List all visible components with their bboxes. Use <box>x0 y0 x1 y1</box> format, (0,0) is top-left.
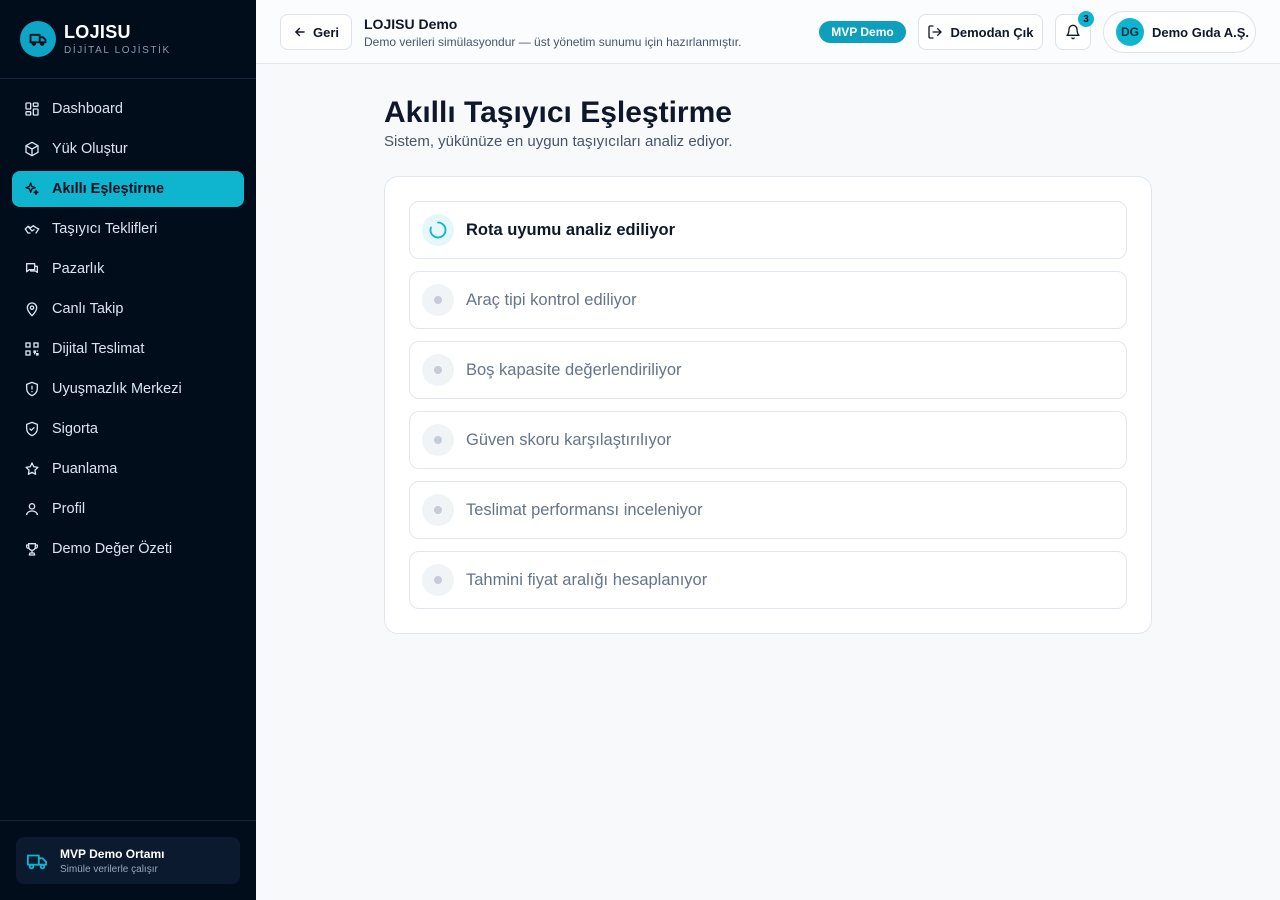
brand[interactable]: LOJISU DİJİTAL LOJİSTİK <box>0 0 256 79</box>
sidebar-item-label: Dijital Teslimat <box>52 341 145 357</box>
sidebar-item-dispute-center[interactable]: Uyuşmazlık Merkezi <box>12 371 244 407</box>
pending-dot-icon <box>422 354 454 386</box>
step-route-fit: Rota uyumu analiz ediliyor <box>409 201 1127 259</box>
chat-icon <box>26 263 38 273</box>
logout-icon <box>928 25 943 39</box>
pending-dot-icon <box>422 284 454 316</box>
sidebar-item-label: Puanlama <box>52 461 118 477</box>
notification-count-badge: 3 <box>1078 11 1094 27</box>
sidebar-item-label: Profil <box>52 501 86 517</box>
mvp-demo-badge: MVP Demo <box>819 21 906 43</box>
dashboard-icon <box>25 102 39 116</box>
exit-demo-button[interactable]: Demodan Çık <box>918 14 1043 50</box>
matching-progress-card: Rota uyumu analiz ediliyor Araç tipi kon… <box>384 176 1152 634</box>
sidebar-item-rating[interactable]: Puanlama <box>12 451 244 487</box>
exit-demo-label: Demodan Çık <box>950 24 1034 40</box>
user-menu-button[interactable]: DG Demo Gıda A.Ş. <box>1103 11 1256 53</box>
step-label: Araç tipi kontrol ediliyor <box>466 290 637 309</box>
truck-icon <box>26 854 48 869</box>
step-price-range: Tahmini fiyat aralığı hesaplanıyor <box>409 551 1127 609</box>
pending-dot-icon <box>422 424 454 456</box>
step-trust-score: Güven skoru karşılaştırılıyor <box>409 411 1127 469</box>
demo-environment-title: MVP Demo Ortamı <box>60 846 165 861</box>
pending-dot-icon <box>422 564 454 596</box>
page-title: Akıllı Taşıyıcı Eşleştirme <box>384 96 732 129</box>
shield-check-icon <box>26 421 38 437</box>
sidebar-item-demo-value-summary[interactable]: Demo Değer Özeti <box>12 531 244 567</box>
map-pin-icon <box>26 302 38 317</box>
star-icon <box>25 462 39 475</box>
sidebar-footer: MVP Demo Ortamı Simüle verilerle çalışır <box>0 820 256 900</box>
sidebar-item-dashboard[interactable]: Dashboard <box>12 91 244 127</box>
brand-name: LOJISU <box>64 22 131 42</box>
sidebar-item-label: Sigorta <box>52 421 98 437</box>
sidebar-item-label: Dashboard <box>52 101 123 117</box>
truck-logo-icon <box>20 21 56 57</box>
pending-dot-icon <box>422 494 454 526</box>
sidebar-item-label: Uyuşmazlık Merkezi <box>52 381 182 397</box>
step-label: Boş kapasite değerlendiriliyor <box>466 360 682 379</box>
spinner-icon <box>422 214 454 246</box>
sidebar-item-label: Yük Oluştur <box>52 141 128 157</box>
step-vehicle-type: Araç tipi kontrol ediliyor <box>409 271 1127 329</box>
back-button[interactable]: Geri <box>280 14 352 50</box>
shield-alert-icon <box>26 381 38 397</box>
avatar: DG <box>1116 18 1144 46</box>
handshake-icon <box>24 225 40 234</box>
demo-environment-subtitle: Simüle verilerle çalışır <box>60 863 158 875</box>
sidebar-item-carrier-offers[interactable]: Taşıyıcı Teklifleri <box>12 211 244 247</box>
back-button-label: Geri <box>312 24 339 40</box>
step-delivery-performance: Teslimat performansı inceleniyor <box>409 481 1127 539</box>
step-label: Güven skoru karşılaştırılıyor <box>466 430 672 449</box>
sidebar-item-profile[interactable]: Profil <box>12 491 244 527</box>
sidebar-item-label: Canlı Takip <box>52 301 124 317</box>
header-subtitle: Demo verileri simülasyondur — üst yöneti… <box>364 35 742 49</box>
trophy-icon <box>26 543 38 556</box>
top-header: Geri LOJISU Demo Demo verileri simülasyo… <box>256 0 1280 64</box>
sidebar-item-digital-delivery[interactable]: Dijital Teslimat <box>12 331 244 367</box>
step-label: Teslimat performansı inceleniyor <box>466 500 703 519</box>
sidebar-item-live-tracking[interactable]: Canlı Takip <box>12 291 244 327</box>
sidebar-item-insurance[interactable]: Sigorta <box>12 411 244 447</box>
page-subtitle: Sistem, yükünüze en uygun taşıyıcıları a… <box>384 133 733 150</box>
sparkles-icon <box>25 182 39 195</box>
step-label: Tahmini fiyat aralığı hesaplanıyor <box>466 570 708 589</box>
sidebar-item-smart-matching[interactable]: Akıllı Eşleştirme <box>12 171 244 207</box>
sidebar: LOJISU DİJİTAL LOJİSTİK Dashboard Yük Ol… <box>0 0 256 900</box>
bell-icon <box>1066 24 1080 40</box>
sidebar-item-label: Akıllı Eşleştirme <box>52 181 165 197</box>
sidebar-item-label: Taşıyıcı Teklifleri <box>52 221 158 237</box>
brand-subtitle: DİJİTAL LOJİSTİK <box>64 45 171 56</box>
step-empty-capacity: Boş kapasite değerlendiriliyor <box>409 341 1127 399</box>
step-label: Rota uyumu analiz ediliyor <box>466 220 676 239</box>
package-icon <box>25 141 39 157</box>
sidebar-item-label: Pazarlık <box>52 261 105 277</box>
demo-environment-card: MVP Demo Ortamı Simüle verilerle çalışır <box>16 837 240 884</box>
user-icon <box>26 503 38 516</box>
sidebar-item-negotiation[interactable]: Pazarlık <box>12 251 244 287</box>
sidebar-nav: Dashboard Yük Oluştur Akıllı Eşleştirme … <box>0 79 256 567</box>
sidebar-item-label: Demo Değer Özeti <box>52 541 173 557</box>
arrow-left-icon <box>295 27 305 37</box>
user-name: Demo Gıda A.Ş. <box>1152 24 1250 40</box>
qr-code-icon <box>25 342 39 356</box>
sidebar-item-create-load[interactable]: Yük Oluştur <box>12 131 244 167</box>
header-title: LOJISU Demo <box>364 16 458 32</box>
